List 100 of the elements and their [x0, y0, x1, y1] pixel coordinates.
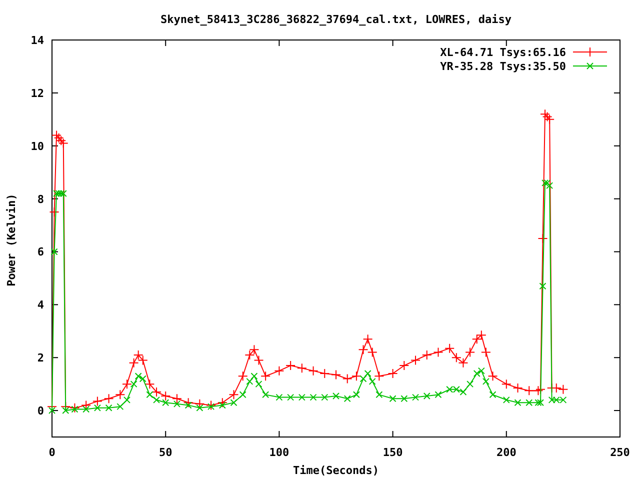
data-point — [144, 379, 155, 390]
data-point — [56, 136, 66, 146]
tick-label: 4 — [37, 298, 44, 312]
data-point — [342, 374, 352, 384]
data-point — [551, 383, 562, 394]
data-point — [526, 399, 533, 406]
data-point — [194, 398, 205, 409]
data-point — [502, 396, 510, 404]
data-point — [422, 350, 432, 360]
axis-title: Time(Seconds) — [292, 464, 380, 477]
data-point — [344, 395, 351, 402]
tick-label: 2 — [37, 352, 44, 365]
tick-label: 14 — [30, 34, 44, 47]
data-point — [451, 352, 462, 363]
data-point — [352, 391, 360, 398]
data-point — [388, 368, 398, 378]
data-point — [320, 368, 330, 378]
data-point — [287, 394, 294, 401]
data-point — [50, 248, 58, 256]
data-point — [58, 138, 68, 148]
data-point — [104, 394, 114, 404]
data-point — [260, 371, 271, 382]
data-point — [433, 347, 444, 358]
data-point — [539, 282, 546, 290]
tick-label: 6 — [37, 246, 44, 259]
data-point — [276, 394, 283, 401]
data-point — [542, 112, 552, 122]
data-point — [358, 344, 368, 355]
data-point — [238, 371, 248, 382]
data-point — [501, 379, 512, 390]
data-point — [538, 234, 548, 244]
tick-label: 8 — [37, 192, 44, 206]
data-point — [412, 394, 420, 401]
data-point — [512, 383, 523, 394]
data-point — [183, 398, 194, 408]
data-point — [376, 391, 383, 398]
data-point — [374, 371, 384, 382]
data-point — [444, 343, 455, 354]
data-point — [524, 386, 534, 396]
data-point — [122, 379, 132, 390]
data-point — [367, 347, 378, 358]
axis-title: Power (Kelvin) — [5, 194, 18, 286]
data-point — [128, 358, 139, 368]
data-point — [488, 371, 498, 382]
data-point — [249, 344, 260, 355]
data-point — [480, 347, 491, 358]
data-point — [514, 399, 522, 406]
data-point — [423, 392, 430, 400]
data-point — [54, 132, 64, 143]
data-point — [274, 366, 284, 376]
tick-label: 200 — [496, 446, 516, 459]
data-point — [399, 360, 410, 371]
data-point — [544, 114, 555, 124]
data-point — [115, 390, 126, 400]
data-point — [262, 391, 270, 398]
data-point — [351, 371, 362, 382]
data-point — [298, 394, 306, 401]
data-point — [172, 394, 182, 404]
tick-label: 12 — [30, 86, 44, 100]
data-point — [286, 360, 296, 371]
data-point — [410, 355, 421, 366]
data-point — [332, 392, 340, 400]
data-point — [476, 330, 486, 340]
tick-label: 50 — [158, 446, 172, 459]
data-point — [228, 390, 239, 400]
tick-label: 100 — [269, 446, 290, 459]
data-point — [92, 396, 102, 406]
data-point — [206, 400, 216, 410]
tick-label: 150 — [382, 446, 403, 459]
data-point — [152, 387, 162, 397]
tick-label: 0 — [37, 404, 44, 418]
data-point — [244, 350, 255, 360]
data-point — [434, 391, 442, 398]
data-point — [465, 347, 476, 358]
data-point — [254, 355, 264, 366]
tick-label: 250 — [610, 446, 630, 459]
data-point — [81, 400, 92, 410]
data-point — [400, 395, 408, 402]
data-point — [308, 366, 318, 376]
data-point — [217, 398, 228, 408]
data-point — [310, 394, 317, 401]
legend-label: YR-35.28 Tsys:35.50 — [440, 60, 566, 73]
data-point — [362, 334, 373, 344]
data-point — [331, 370, 341, 380]
legend-label: XL-64.71 Tsys:65.16 — [440, 46, 566, 59]
data-point — [389, 395, 396, 402]
data-point — [458, 358, 468, 368]
data-point — [472, 334, 482, 344]
data-point — [296, 363, 307, 374]
data-point — [49, 207, 60, 218]
tick-label: 10 — [30, 140, 44, 153]
data-point — [489, 391, 496, 398]
data-point — [133, 350, 144, 360]
data-point — [52, 130, 62, 140]
data-point — [70, 402, 80, 413]
data-point — [558, 384, 568, 394]
data-point — [540, 109, 550, 120]
tick-label: 0 — [48, 446, 56, 459]
data-point — [138, 355, 148, 366]
data-point — [321, 394, 328, 401]
